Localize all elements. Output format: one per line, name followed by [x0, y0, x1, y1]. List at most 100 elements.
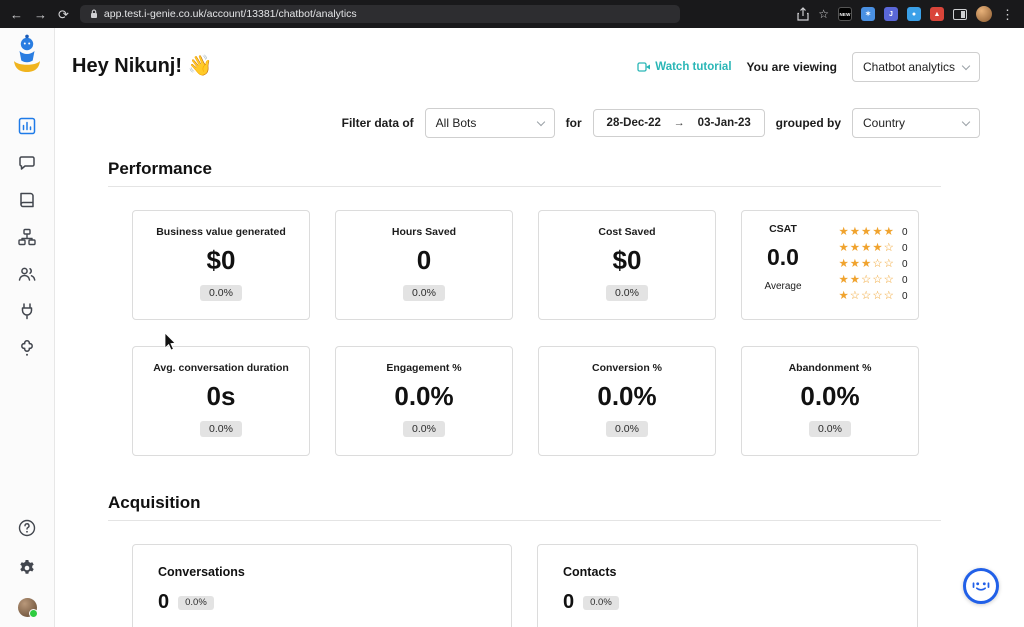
- bot-filter-dropdown[interactable]: All Bots: [425, 108, 555, 138]
- genie-logo[interactable]: [10, 33, 44, 80]
- sidebar-knowledge-icon[interactable]: [17, 190, 37, 210]
- browser-menu-icon[interactable]: ⋮: [1001, 8, 1014, 21]
- screen: ← → ⟳ app.test.i-genie.co.uk/account/133…: [0, 0, 1024, 627]
- star-rating: ★★★☆☆: [838, 259, 895, 271]
- metric-title: Avg. conversation duration: [133, 362, 309, 374]
- chat-widget-button[interactable]: [963, 568, 999, 604]
- analytics-type-dropdown[interactable]: Chatbot analytics: [852, 52, 980, 82]
- bot-filter-value: All Bots: [436, 116, 477, 130]
- browser-actions: ☆ NEW ✶ J ● ▲ ⋮: [797, 6, 1014, 22]
- watch-tutorial-link[interactable]: Watch tutorial: [637, 61, 731, 73]
- acq-card-stats: 0 0.0%: [563, 591, 892, 614]
- page-greeting: Hey Nikunj! 👋: [72, 53, 212, 78]
- share-icon[interactable]: [797, 7, 809, 21]
- lock-icon: [90, 9, 98, 19]
- conversion-card: Conversion % 0.0% 0.0%: [538, 346, 716, 456]
- sidebar-contacts-icon[interactable]: [17, 264, 37, 284]
- performance-cards-row1: Business value generated $0 0.0% Hours S…: [132, 210, 919, 320]
- star-row: ★★★★☆ 0: [814, 241, 910, 256]
- extension-puzzle-icon[interactable]: ▲: [930, 7, 944, 21]
- metric-title: Hours Saved: [336, 226, 512, 238]
- acq-change-badge: 0.0%: [178, 596, 214, 610]
- hours-saved-card: Hours Saved 0 0.0%: [335, 210, 513, 320]
- performance-section-title: Performance: [108, 159, 212, 179]
- metric-title: Engagement %: [336, 362, 512, 374]
- metric-change-badge: 0.0%: [606, 421, 648, 437]
- csat-star-breakdown: ★★★★★ 0 ★★★★☆ 0 ★★★☆☆ 0 ★★☆☆☆0 ★☆☆☆☆ 0: [814, 223, 910, 319]
- browser-profile-avatar[interactable]: [976, 6, 992, 22]
- sidebar-nav: [17, 116, 37, 358]
- browser-chrome: ← → ⟳ app.test.i-genie.co.uk/account/133…: [0, 0, 1024, 28]
- star-count: 0: [902, 227, 910, 238]
- filter-data-label: Filter data of: [342, 116, 414, 130]
- sidebar-bottom-nav: [17, 518, 37, 617]
- sidebar-integrations-icon[interactable]: [17, 301, 37, 321]
- chevron-down-icon: [962, 117, 970, 125]
- sidebar-chat-icon[interactable]: [17, 153, 37, 173]
- star-row: ★★★☆☆ 0: [814, 257, 910, 272]
- star-rating: ★★☆☆☆: [838, 275, 895, 287]
- engagement-card: Engagement % 0.0% 0.0%: [335, 346, 513, 456]
- sidebar-analytics-icon[interactable]: [17, 116, 37, 136]
- extension-icon[interactable]: J: [884, 7, 898, 21]
- star-count: 0: [902, 243, 910, 254]
- performance-cards-row2: Avg. conversation duration 0s 0.0% Engag…: [132, 346, 919, 456]
- date-range-picker[interactable]: 28-Dec-22 → 03-Jan-23: [593, 109, 765, 137]
- star-count: 0: [902, 291, 910, 302]
- app-window: Hey Nikunj! 👋 Watch tutorial You are vie…: [0, 28, 1024, 627]
- user-avatar[interactable]: [18, 598, 37, 617]
- sidebar-apps-icon[interactable]: [17, 338, 37, 358]
- metric-title: Conversion %: [539, 362, 715, 374]
- star-count: 0: [902, 259, 910, 270]
- metric-value: 0s: [133, 381, 309, 412]
- extension-new-icon[interactable]: NEW: [838, 7, 852, 21]
- date-start: 28-Dec-22: [607, 117, 661, 129]
- help-icon[interactable]: [17, 518, 37, 538]
- business-value-card: Business value generated $0 0.0%: [132, 210, 310, 320]
- star-row: ★★☆☆☆0: [814, 273, 910, 288]
- metric-value: 0: [336, 245, 512, 276]
- sidebar-flows-icon[interactable]: [17, 227, 37, 247]
- csat-value: 0.0: [752, 244, 814, 271]
- metric-value: $0: [539, 245, 715, 276]
- star-rating: ★★★★☆: [838, 243, 895, 255]
- url-bar[interactable]: app.test.i-genie.co.uk/account/13381/cha…: [80, 5, 680, 23]
- cost-saved-card: Cost Saved $0 0.0%: [538, 210, 716, 320]
- acquisition-section-title: Acquisition: [108, 493, 201, 513]
- acquisition-cards: Conversations 0 0.0% Contacts 0 0.0%: [132, 544, 918, 627]
- sidebar: [0, 28, 55, 627]
- date-end: 03-Jan-23: [698, 117, 751, 129]
- forward-icon[interactable]: →: [34, 8, 47, 21]
- metric-title: Cost Saved: [539, 226, 715, 238]
- for-label: for: [566, 116, 582, 130]
- extension-snowflake-icon[interactable]: ✶: [861, 7, 875, 21]
- metric-change-badge: 0.0%: [809, 421, 851, 437]
- extension-cloud-icon[interactable]: ●: [907, 7, 921, 21]
- star-rating: ★★★★★: [838, 227, 895, 239]
- filter-bar: Filter data of All Bots for 28-Dec-22 → …: [342, 108, 980, 138]
- refresh-icon[interactable]: ⟳: [58, 8, 69, 21]
- group-by-value: Country: [863, 116, 905, 130]
- metric-value: 0.0%: [336, 381, 512, 412]
- metric-change-badge: 0.0%: [200, 421, 242, 437]
- section-divider: [108, 520, 941, 521]
- video-icon: [637, 61, 651, 73]
- group-by-dropdown[interactable]: Country: [852, 108, 980, 138]
- avg-duration-card: Avg. conversation duration 0s 0.0%: [132, 346, 310, 456]
- section-divider: [108, 186, 941, 187]
- bookmark-star-icon[interactable]: ☆: [818, 8, 829, 20]
- metric-change-badge: 0.0%: [606, 285, 648, 301]
- star-row: ★★★★★ 0: [814, 225, 910, 240]
- viewing-label: You are viewing: [747, 60, 837, 74]
- back-icon[interactable]: ←: [10, 8, 23, 21]
- settings-gear-icon[interactable]: [17, 558, 37, 578]
- abandonment-card: Abandonment % 0.0% 0.0%: [741, 346, 919, 456]
- side-panel-icon[interactable]: [953, 9, 967, 20]
- conversations-card: Conversations 0 0.0%: [132, 544, 512, 627]
- arrow-right-icon: →: [674, 117, 685, 129]
- chatbot-face-icon: [970, 575, 992, 597]
- star-rating: ★☆☆☆☆: [838, 291, 895, 303]
- header-actions: Watch tutorial You are viewing Chatbot a…: [637, 52, 980, 82]
- metric-change-badge: 0.0%: [403, 421, 445, 437]
- acq-card-title: Contacts: [563, 565, 892, 579]
